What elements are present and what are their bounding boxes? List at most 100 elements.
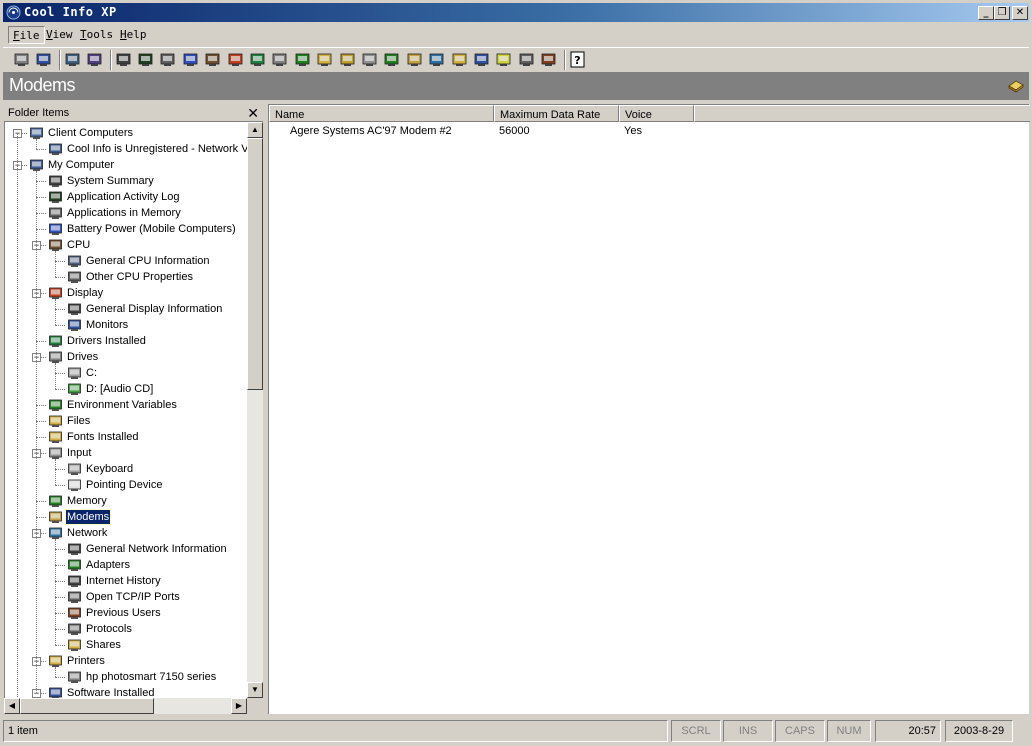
apps-memory-icon[interactable] [159, 51, 176, 68]
column-header-name[interactable]: Name [269, 105, 494, 122]
folder-pane-header: Folder Items ✕ [4, 104, 263, 122]
page-title: Modems [9, 75, 76, 95]
scroll-down-button[interactable]: ▼ [247, 682, 263, 698]
system-icon[interactable] [518, 51, 535, 68]
minimize-button[interactable]: _ [978, 6, 994, 20]
close-button[interactable]: ✕ [1012, 6, 1028, 20]
fonts-icon[interactable] [339, 51, 356, 68]
page-header: Modems [3, 72, 1029, 100]
env-vars-icon[interactable] [294, 51, 311, 68]
tree-connector [55, 613, 65, 614]
apps-memory-icon [48, 206, 63, 220]
status-scrl: SCRL [671, 720, 721, 742]
tree-connector [55, 373, 65, 374]
tree-item-label: Printers [67, 655, 105, 667]
menu-help[interactable]: Help [116, 26, 151, 44]
memory-icon[interactable] [383, 51, 400, 68]
tree-item-label: Keyboard [86, 463, 134, 475]
tree-item-label: General CPU Information [86, 255, 210, 267]
hard-drive-icon [67, 366, 82, 380]
client-computers-icon [29, 126, 44, 140]
scroll-thumb[interactable] [247, 138, 263, 390]
title-bar[interactable]: Cool Info XP _ ❐ ✕ [3, 3, 1029, 22]
tree-connector [36, 181, 46, 182]
network-connect-icon[interactable] [35, 51, 52, 68]
tree-item-label: D: [Audio CD] [86, 383, 154, 395]
tree-item-label: Files [67, 415, 91, 427]
modem-icon[interactable] [406, 51, 423, 68]
column-header-voice[interactable]: Voice [619, 105, 694, 122]
tree-guide [36, 171, 37, 693]
tree-guide [55, 459, 56, 485]
cpu-icon[interactable] [204, 51, 221, 68]
column-header-max-rate[interactable]: Maximum Data Rate [494, 105, 619, 122]
tree-item-label: Software Installed [67, 687, 155, 698]
toolbar: ? [3, 47, 1029, 71]
users-icon[interactable] [540, 51, 557, 68]
run-script-icon[interactable] [86, 51, 103, 68]
hscroll-thumb[interactable] [20, 698, 154, 714]
tree-connector [55, 261, 65, 262]
network-icon[interactable] [428, 51, 445, 68]
scroll-up-button[interactable]: ▲ [247, 122, 263, 138]
display-icon[interactable] [227, 51, 244, 68]
shares-icon [67, 638, 82, 652]
tree-connector [36, 501, 46, 502]
cpu-props-icon [67, 270, 82, 284]
menu-tools[interactable]: Tools [76, 26, 117, 44]
files-icon[interactable] [316, 51, 333, 68]
tree-item-label: Applications in Memory [67, 207, 181, 219]
scroll-left-button[interactable]: ◀ [4, 698, 20, 714]
tree-vertical-scrollbar[interactable]: ▲ ▼ [247, 122, 263, 698]
tree-connector [36, 229, 46, 230]
pane-splitter[interactable] [263, 104, 267, 714]
computer-icon[interactable] [115, 51, 132, 68]
status-bar: 1 item SCRL INS CAPS NUM 20:57 2003-8-29 [3, 720, 1029, 742]
tree-guide [17, 133, 18, 698]
tree-connector [55, 325, 65, 326]
drivers-icon[interactable] [249, 51, 266, 68]
tree-connector [36, 405, 46, 406]
keyboard-icon [67, 462, 82, 476]
tree-item-label: Modems [64, 509, 112, 525]
files-icon [48, 414, 63, 428]
tree-horizontal-scrollbar[interactable]: ◀ ▶ [4, 698, 247, 714]
printer-icon[interactable] [451, 51, 468, 68]
menu-file[interactable]: File [8, 26, 45, 44]
status-caps: CAPS [775, 720, 825, 742]
menu-view[interactable]: View [42, 26, 77, 44]
tree-item-label: General Network Information [86, 543, 227, 555]
protocols-icon [67, 622, 82, 636]
tree-item-label: C: [86, 367, 97, 379]
battery-icon[interactable] [182, 51, 199, 68]
folder-tree[interactable]: − Client Computers Cool Info is Unregister… [4, 122, 247, 698]
tree-item-label: System Summary [67, 175, 154, 187]
software-icon[interactable] [473, 51, 490, 68]
tree-item-label: Other CPU Properties [86, 271, 193, 283]
scroll-right-button[interactable]: ▶ [231, 698, 247, 714]
app-log-icon [48, 190, 63, 204]
column-header-filler [694, 105, 1030, 122]
drives-icon[interactable] [271, 51, 288, 68]
tree-item-label: Cool Info is Unregistered - Network V [67, 143, 247, 155]
input-icon[interactable] [361, 51, 378, 68]
tree-item-label: General Display Information [86, 303, 223, 315]
app-log-icon[interactable] [137, 51, 154, 68]
svg-text:?: ? [574, 54, 580, 67]
network-info-icon [67, 542, 82, 556]
print-icon[interactable] [13, 51, 30, 68]
folder-pane-title: Folder Items [8, 107, 70, 119]
close-pane-button[interactable]: ✕ [247, 105, 259, 122]
details-list[interactable]: Name Maximum Data Rate Voice Agere Syste… [268, 104, 1030, 714]
edit-script-icon[interactable] [64, 51, 81, 68]
tree-item-label: Protocols [86, 623, 132, 635]
help-icon[interactable]: ? [569, 51, 586, 68]
sound-icon[interactable] [495, 51, 512, 68]
drives-icon [48, 350, 63, 364]
drivers-icon [48, 334, 63, 348]
cell-name[interactable]: Agere Systems AC'97 Modem #2 [290, 125, 452, 137]
tree-connector [55, 581, 65, 582]
tree-item-label: Fonts Installed [67, 431, 139, 443]
network-computer-icon [48, 142, 63, 156]
maximize-button[interactable]: ❐ [994, 6, 1010, 20]
